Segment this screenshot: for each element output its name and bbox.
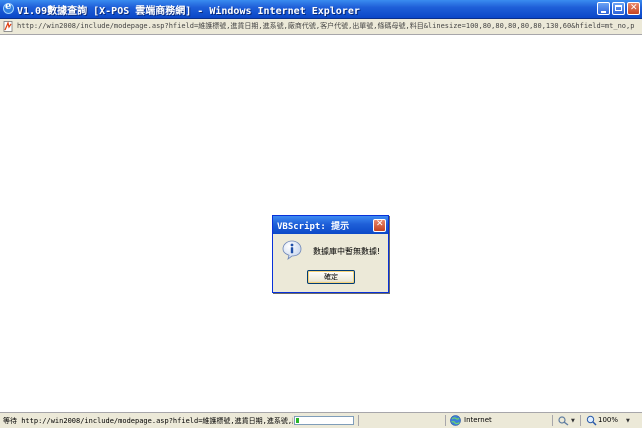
page-icon [3, 21, 13, 32]
dialog-close-button[interactable] [373, 219, 386, 232]
status-divider [445, 415, 446, 426]
maximize-button[interactable] [612, 2, 625, 15]
ie-icon [3, 1, 14, 14]
globe-icon [450, 415, 461, 426]
protected-mode-icon[interactable] [558, 415, 569, 426]
status-divider [580, 415, 581, 426]
chevron-down-icon[interactable]: ▼ [571, 418, 575, 424]
ok-button[interactable]: 確定 [307, 270, 355, 284]
minimize-button[interactable] [597, 2, 610, 15]
address-bar[interactable]: http://win2008/include/modepage.asp?hfie… [0, 19, 642, 35]
info-icon [282, 240, 302, 260]
zoom-level[interactable]: 100% [598, 416, 618, 424]
status-divider [358, 415, 359, 426]
security-zone[interactable]: Internet [464, 416, 492, 424]
progress-fill [296, 418, 299, 423]
zoom-icon[interactable] [586, 415, 597, 426]
dialog-title: VBScript: 提示 [277, 222, 350, 232]
window-titlebar[interactable]: V1.09數據查詢 [X-POS 雲端商務網] - Windows Intern… [0, 0, 642, 19]
close-window-button[interactable] [627, 2, 640, 15]
dialog-titlebar[interactable]: VBScript: 提示 [273, 216, 388, 234]
vbscript-dialog: VBScript: 提示 數據庫中暫無數據! 確定 [272, 215, 389, 293]
status-bar: 等待 http://win2008/include/modepage.asp?h… [0, 412, 642, 428]
status-divider [552, 415, 553, 426]
window-title: V1.09數據查詢 [X-POS 雲端商務網] - Windows Intern… [17, 6, 360, 17]
progress-bar [294, 416, 354, 425]
chevron-down-icon[interactable]: ▼ [626, 418, 630, 424]
status-text: 等待 http://win2008/include/modepage.asp?h… [3, 417, 293, 425]
dialog-message: 數據庫中暫無數據! [313, 247, 381, 256]
address-url[interactable]: http://win2008/include/modepage.asp?hfie… [17, 21, 635, 31]
